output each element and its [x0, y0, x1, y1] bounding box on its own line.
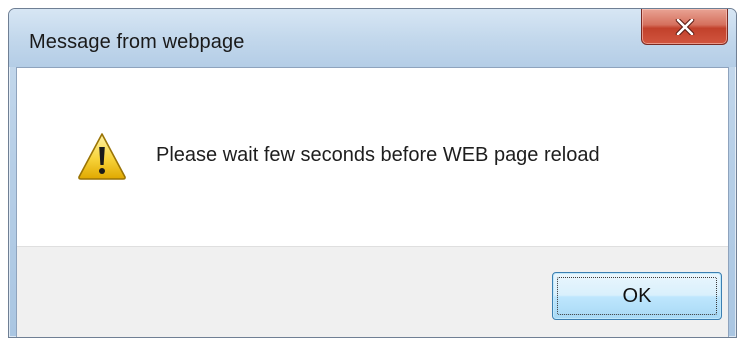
dialog-title: Message from webpage	[29, 31, 245, 53]
ok-button[interactable]: OK	[552, 272, 722, 320]
warning-icon	[78, 133, 126, 180]
ok-button-label: OK	[622, 284, 652, 307]
dialog-message: Please wait few seconds before WEB page …	[156, 144, 600, 166]
message-dialog: Message from webpage Please wait few sec…	[8, 8, 737, 338]
message-area: Please wait few seconds before WEB page …	[17, 68, 728, 246]
close-icon	[675, 18, 694, 35]
dialog-footer: OK	[17, 246, 728, 337]
dialog-titlebar[interactable]: Message from webpage	[9, 9, 736, 67]
close-button[interactable]	[641, 9, 728, 45]
dialog-body: Please wait few seconds before WEB page …	[16, 67, 729, 337]
